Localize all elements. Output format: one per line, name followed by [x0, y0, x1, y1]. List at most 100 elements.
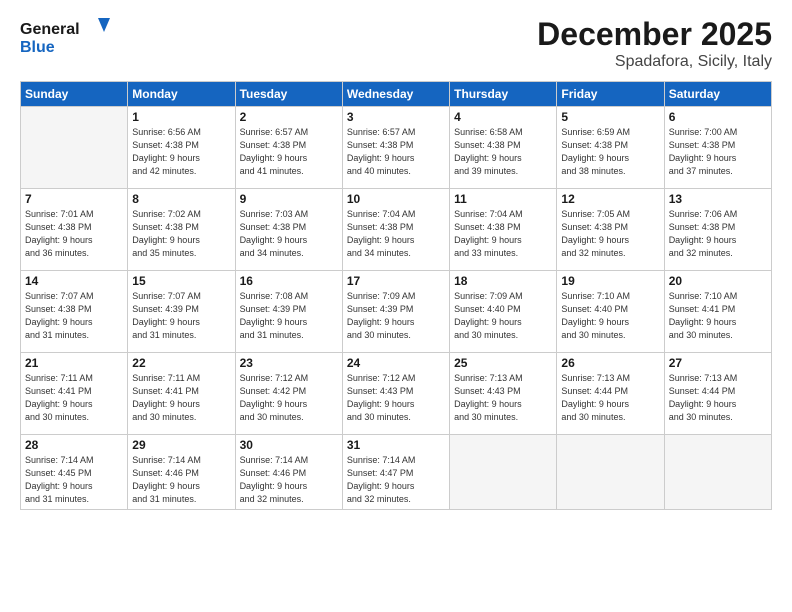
- day-info: Sunrise: 6:57 AMSunset: 4:38 PMDaylight:…: [240, 126, 338, 178]
- weekday-monday: Monday: [128, 82, 235, 107]
- weekday-thursday: Thursday: [450, 82, 557, 107]
- day-number: 31: [347, 438, 445, 452]
- calendar-cell: 27 Sunrise: 7:13 AMSunset: 4:44 PMDayligh…: [664, 353, 771, 435]
- header: General Blue December 2025 Spadafora, Si…: [20, 16, 772, 71]
- calendar-cell: 28Sunrise: 7:14 AMSunset: 4:45 PMDayligh…: [21, 435, 128, 510]
- weekday-header-row: SundayMondayTuesdayWednesdayThursdayFrid…: [21, 82, 772, 107]
- calendar-cell: [664, 435, 771, 510]
- day-info: Sunrise: 6:56 AMSunset: 4:38 PMDaylight:…: [132, 126, 230, 178]
- calendar-cell: [557, 435, 664, 510]
- calendar-cell: 14 Sunrise: 7:07 AMSunset: 4:38 PMDayligh…: [21, 271, 128, 353]
- week-row-3: 14 Sunrise: 7:07 AMSunset: 4:38 PMDayligh…: [21, 271, 772, 353]
- calendar-cell: 5Sunrise: 6:59 AMSunset: 4:38 PMDaylight…: [557, 107, 664, 189]
- day-number: 9: [240, 192, 338, 206]
- day-number: 22: [132, 356, 230, 370]
- day-number: 20: [669, 274, 767, 288]
- calendar-cell: 30Sunrise: 7:14 AMSunset: 4:46 PMDayligh…: [235, 435, 342, 510]
- day-number: 3: [347, 110, 445, 124]
- page: General Blue December 2025 Spadafora, Si…: [0, 0, 792, 612]
- day-number: 6: [669, 110, 767, 124]
- calendar-cell: 25Sunrise: 7:13 AMSunset: 4:43 PMDayligh…: [450, 353, 557, 435]
- title-block: December 2025 Spadafora, Sicily, Italy: [537, 16, 772, 71]
- week-row-1: 1 Sunrise: 6:56 AMSunset: 4:38 PMDaylight…: [21, 107, 772, 189]
- calendar-cell: 12 Sunrise: 7:05 AMSunset: 4:38 PMDayligh…: [557, 189, 664, 271]
- calendar-cell: 4Sunrise: 6:58 AMSunset: 4:38 PMDaylight…: [450, 107, 557, 189]
- calendar-cell: [21, 107, 128, 189]
- day-info: Sunrise: 6:57 AMSunset: 4:38 PMDaylight:…: [347, 126, 445, 178]
- calendar-cell: [450, 435, 557, 510]
- day-info: Sunrise: 7:00 AMSunset: 4:38 PMDaylight:…: [669, 126, 767, 178]
- day-number: 25: [454, 356, 552, 370]
- day-number: 24: [347, 356, 445, 370]
- calendar-cell: 26Sunrise: 7:13 AMSunset: 4:44 PMDayligh…: [557, 353, 664, 435]
- day-info: Sunrise: 7:11 AMSunset: 4:41 PMDaylight:…: [132, 372, 230, 424]
- calendar-cell: 1 Sunrise: 6:56 AMSunset: 4:38 PMDaylight…: [128, 107, 235, 189]
- calendar-cell: 18 Sunrise: 7:09 AMSunset: 4:40 PMDayligh…: [450, 271, 557, 353]
- day-number: 7: [25, 192, 123, 206]
- day-info: Sunrise: 7:09 AMSunset: 4:40 PMDaylight:…: [454, 290, 552, 342]
- calendar-cell: 17 Sunrise: 7:09 AMSunset: 4:39 PMDayligh…: [342, 271, 449, 353]
- calendar-cell: 31 Sunrise: 7:14 AMSunset: 4:47 PMDayligh…: [342, 435, 449, 510]
- day-info: Sunrise: 7:09 AMSunset: 4:39 PMDaylight:…: [347, 290, 445, 342]
- weekday-wednesday: Wednesday: [342, 82, 449, 107]
- calendar-cell: 15Sunrise: 7:07 AMSunset: 4:39 PMDayligh…: [128, 271, 235, 353]
- day-number: 14: [25, 274, 123, 288]
- weekday-tuesday: Tuesday: [235, 82, 342, 107]
- day-number: 1: [132, 110, 230, 124]
- day-number: 12: [561, 192, 659, 206]
- week-row-5: 28Sunrise: 7:14 AMSunset: 4:45 PMDayligh…: [21, 435, 772, 510]
- day-number: 2: [240, 110, 338, 124]
- day-info: Sunrise: 7:07 AMSunset: 4:38 PMDaylight:…: [25, 290, 123, 342]
- calendar-cell: 10 Sunrise: 7:04 AMSunset: 4:38 PMDayligh…: [342, 189, 449, 271]
- day-info: Sunrise: 7:04 AMSunset: 4:38 PMDaylight:…: [347, 208, 445, 260]
- day-number: 26: [561, 356, 659, 370]
- day-info: Sunrise: 7:03 AMSunset: 4:38 PMDaylight:…: [240, 208, 338, 260]
- calendar-cell: 13 Sunrise: 7:06 AMSunset: 4:38 PMDayligh…: [664, 189, 771, 271]
- calendar-cell: 3 Sunrise: 6:57 AMSunset: 4:38 PMDaylight…: [342, 107, 449, 189]
- logo: General Blue: [20, 16, 110, 54]
- location: Spadafora, Sicily, Italy: [537, 53, 772, 71]
- calendar-cell: 7 Sunrise: 7:01 AMSunset: 4:38 PMDaylight…: [21, 189, 128, 271]
- day-number: 23: [240, 356, 338, 370]
- day-number: 10: [347, 192, 445, 206]
- day-number: 27: [669, 356, 767, 370]
- day-number: 17: [347, 274, 445, 288]
- day-number: 19: [561, 274, 659, 288]
- calendar-cell: 21Sunrise: 7:11 AMSunset: 4:41 PMDayligh…: [21, 353, 128, 435]
- day-info: Sunrise: 7:08 AMSunset: 4:39 PMDaylight:…: [240, 290, 338, 342]
- day-number: 18: [454, 274, 552, 288]
- day-number: 8: [132, 192, 230, 206]
- weekday-saturday: Saturday: [664, 82, 771, 107]
- day-number: 4: [454, 110, 552, 124]
- day-number: 30: [240, 438, 338, 452]
- day-number: 11: [454, 192, 552, 206]
- day-info: Sunrise: 7:13 AMSunset: 4:44 PMDaylight:…: [669, 372, 767, 424]
- day-info: Sunrise: 7:05 AMSunset: 4:38 PMDaylight:…: [561, 208, 659, 260]
- month-year: December 2025: [537, 16, 772, 53]
- logo-svg: General Blue: [20, 16, 110, 54]
- day-info: Sunrise: 7:14 AMSunset: 4:47 PMDaylight:…: [347, 454, 445, 506]
- calendar-cell: 29 Sunrise: 7:14 AMSunset: 4:46 PMDayligh…: [128, 435, 235, 510]
- day-number: 5: [561, 110, 659, 124]
- week-row-4: 21 Sunrise: 7:11 AMSunset: 4:41 PMDayligh…: [21, 353, 772, 435]
- day-number: 29: [132, 438, 230, 452]
- day-info: Sunrise: 7:14 AMSunset: 4:46 PMDaylight:…: [132, 454, 230, 506]
- day-number: 21: [25, 356, 123, 370]
- svg-text:General: General: [20, 21, 80, 38]
- day-info: Sunrise: 7:14 AMSunset: 4:45 PMDaylight:…: [25, 454, 123, 506]
- day-info: Sunrise: 7:10 AMSunset: 4:40 PMDaylight:…: [561, 290, 659, 342]
- svg-text:Blue: Blue: [20, 39, 55, 54]
- day-info: Sunrise: 7:01 AMSunset: 4:38 PMDaylight:…: [25, 208, 123, 260]
- calendar-cell: 9 Sunrise: 7:03 AMSunset: 4:38 PMDaylight…: [235, 189, 342, 271]
- calendar-cell: 2 Sunrise: 6:57 AMSunset: 4:38 PMDaylight…: [235, 107, 342, 189]
- day-number: 13: [669, 192, 767, 206]
- calendar-cell: 19 Sunrise: 7:10 AMSunset: 4:40 PMDayligh…: [557, 271, 664, 353]
- calendar-cell: 6 Sunrise: 7:00 AMSunset: 4:38 PMDaylight…: [664, 107, 771, 189]
- day-info: Sunrise: 7:12 AMSunset: 4:42 PMDaylight:…: [240, 372, 338, 424]
- day-info: Sunrise: 7:06 AMSunset: 4:38 PMDaylight:…: [669, 208, 767, 260]
- calendar-cell: 11Sunrise: 7:04 AMSunset: 4:38 PMDayligh…: [450, 189, 557, 271]
- calendar-cell: 20Sunrise: 7:10 AMSunset: 4:41 PMDayligh…: [664, 271, 771, 353]
- calendar-cell: 8Sunrise: 7:02 AMSunset: 4:38 PMDaylight…: [128, 189, 235, 271]
- calendar-cell: 16Sunrise: 7:08 AMSunset: 4:39 PMDayligh…: [235, 271, 342, 353]
- day-number: 15: [132, 274, 230, 288]
